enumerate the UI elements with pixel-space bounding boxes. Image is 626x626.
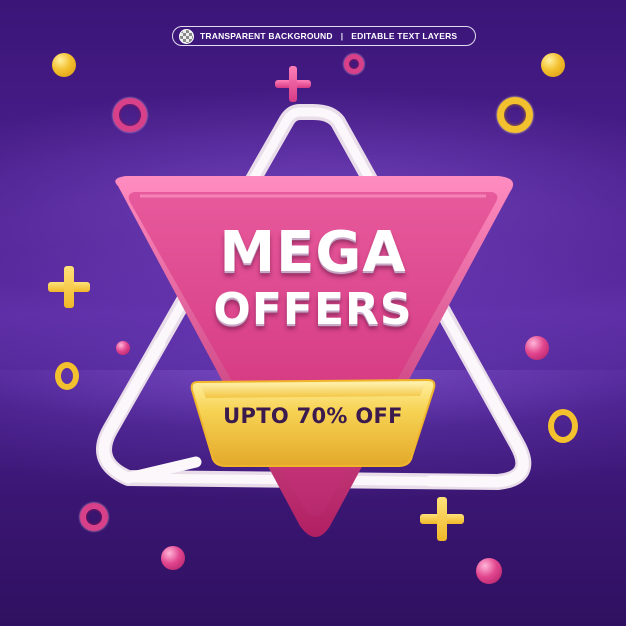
headline-offers: OFFERS [213, 284, 413, 335]
discount-label: UPTO 70% OFF [223, 404, 403, 428]
promo-banner: TRANSPARENT BACKGROUND | EDITABLE TEXT L… [0, 0, 626, 626]
headline-mega: MEGA [219, 220, 407, 285]
